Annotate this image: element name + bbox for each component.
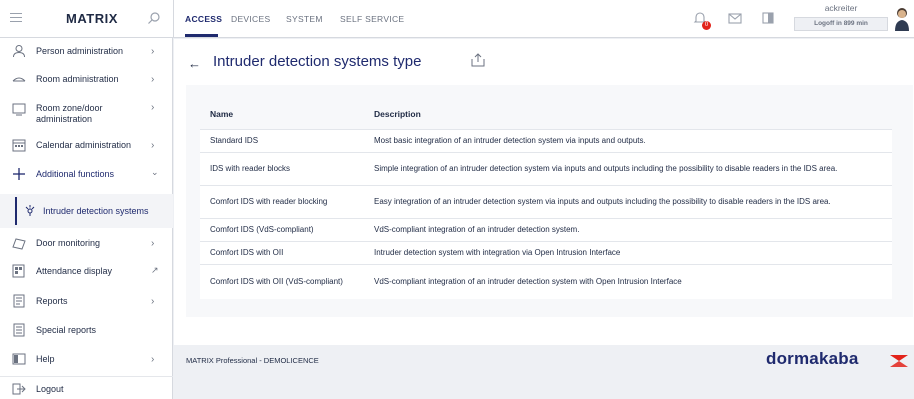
tab-access[interactable]: ACCESS: [185, 14, 222, 24]
logout-icon: [12, 383, 26, 395]
person-icon: [13, 45, 25, 58]
table-row[interactable]: IDS with reader blocks Simple integratio…: [200, 151, 892, 185]
sidebar-item-logout[interactable]: Logout: [0, 382, 173, 399]
sidebar-item-label: Additional functions: [36, 169, 115, 179]
report-icon: [13, 294, 25, 308]
cell-name: Comfort IDS with OII (VdS-compliant): [200, 263, 364, 299]
cell-description: Simple integration of an intruder detect…: [364, 151, 892, 185]
search-icon[interactable]: [147, 11, 161, 25]
sidebar-divider: [0, 376, 173, 377]
calendar-icon: [12, 139, 26, 152]
sidebar-item-reports[interactable]: Reports ›: [0, 294, 173, 316]
room-zone-icon: [12, 103, 26, 116]
cell-name: Comfort IDS with reader blocking: [200, 184, 364, 218]
tab-devices[interactable]: DEVICES: [231, 14, 270, 24]
cell-name: IDS with reader blocks: [200, 151, 364, 185]
sidebar-item-room-administration[interactable]: Room administration ›: [0, 72, 173, 94]
cell-name: Comfort IDS (VdS-compliant): [200, 217, 364, 241]
table-row[interactable]: Comfort IDS with OII Intruder detection …: [200, 240, 892, 264]
page-title: Intruder detection systems type: [213, 53, 422, 70]
attendance-icon: [12, 264, 25, 278]
sidebar-item-door-monitoring[interactable]: Door monitoring ›: [0, 236, 173, 258]
sidebar-item-label: Special reports: [36, 325, 97, 335]
chevron-right-icon: ›: [151, 354, 155, 365]
tab-self-service[interactable]: SELF SERVICE: [340, 14, 404, 24]
export-icon[interactable]: [471, 52, 485, 68]
sidebar-item-additional-functions[interactable]: Additional functions ⌄: [0, 167, 173, 189]
dormakaba-logo: dormakaba: [766, 349, 859, 368]
intruder-types-table: Name Description Standard IDS Most basic…: [200, 99, 892, 299]
special-report-icon: [13, 323, 25, 337]
column-header-name[interactable]: Name: [200, 99, 364, 129]
cell-name: Comfort IDS with OII: [200, 240, 364, 264]
cell-description: Most basic integration of an intruder de…: [364, 128, 892, 152]
sidebar-item-help[interactable]: Help ›: [0, 352, 173, 374]
table-row[interactable]: Comfort IDS with reader blocking Easy in…: [200, 184, 892, 218]
main-content: ← Intruder detection systems type Name D…: [174, 39, 914, 345]
sidebar-item-person-administration[interactable]: Person administration ›: [0, 44, 173, 66]
help-icon: [12, 353, 26, 365]
table-header-row: Name Description: [200, 99, 892, 129]
sidebar-item-attendance-display[interactable]: Attendance display ↗: [0, 264, 173, 286]
room-icon: [12, 77, 26, 82]
sidebar-item-label: Room zone/door administration: [36, 103, 103, 124]
sidebar-item-label: Logout: [36, 384, 64, 394]
chevron-right-icon: ›: [151, 296, 155, 307]
sidebar-item-label: Attendance display: [36, 266, 113, 276]
plus-icon: [13, 168, 25, 180]
avatar-icon[interactable]: [893, 4, 911, 32]
dormakaba-logo-mark-icon: [890, 355, 908, 367]
mail-icon[interactable]: [727, 10, 743, 26]
panel-icon[interactable]: [760, 10, 776, 26]
external-link-icon: ↗: [151, 265, 159, 275]
sidebar-item-special-reports[interactable]: Special reports: [0, 323, 173, 345]
sidebar-item-label: Door monitoring: [36, 238, 101, 248]
app-brand: MATRIX: [66, 11, 118, 26]
sidebar-item-calendar-administration[interactable]: Calendar administration ›: [0, 138, 173, 160]
chevron-right-icon: ›: [151, 140, 155, 151]
chevron-right-icon: ›: [151, 74, 155, 85]
door-icon: [12, 238, 26, 250]
sidebar-item-label: Intruder detection systems: [43, 206, 149, 216]
sidebar-item-label: Reports: [36, 296, 68, 306]
cell-name: Standard IDS: [200, 128, 364, 152]
intruder-icon: [25, 205, 35, 216]
top-bar: MATRIX ACCESS DEVICES SYSTEM SELF SERVIC…: [0, 0, 914, 38]
sidebar-subitem-intruder-detection-systems[interactable]: Intruder detection systems: [0, 194, 173, 228]
cell-description: VdS-compliant integration of an intruder…: [364, 217, 892, 241]
cell-description: Easy integration of an intruder detectio…: [364, 184, 892, 218]
user-name[interactable]: ackreiter: [794, 3, 888, 13]
chevron-right-icon: ›: [151, 46, 155, 57]
sidebar-item-label: Help: [36, 354, 55, 364]
sidebar-item-label: Calendar administration: [36, 140, 132, 150]
hamburger-menu-icon[interactable]: [10, 13, 22, 23]
active-tab-indicator: [185, 34, 218, 37]
column-header-description[interactable]: Description: [364, 99, 892, 129]
sidebar-item-label: Room administration: [36, 74, 119, 84]
chevron-right-icon: ›: [151, 238, 155, 249]
tab-system[interactable]: SYSTEM: [286, 14, 323, 24]
table-container: Name Description Standard IDS Most basic…: [186, 85, 913, 317]
table-row[interactable]: Standard IDS Most basic integration of a…: [200, 128, 892, 152]
chevron-down-icon: ⌄: [151, 167, 159, 177]
cell-description: Intruder detection system with integrati…: [364, 240, 892, 264]
notification-badge: 0: [702, 21, 711, 30]
license-text: MATRIX Professional - DEMOLICENCE: [186, 356, 319, 365]
active-item-indicator: [15, 197, 17, 225]
footer: MATRIX Professional - DEMOLICENCE dormak…: [174, 345, 914, 399]
sidebar: Person administration › Room administrat…: [0, 38, 173, 399]
table-row[interactable]: Comfort IDS (VdS-compliant) VdS-complian…: [200, 217, 892, 241]
top-divider: [173, 0, 174, 38]
cell-description: VdS-compliant integration of an intruder…: [364, 263, 892, 299]
table-row[interactable]: Comfort IDS with OII (VdS-compliant) VdS…: [200, 263, 892, 299]
logoff-timer-button[interactable]: Logoff in 899 min: [794, 17, 888, 31]
chevron-right-icon: ›: [151, 102, 155, 113]
sidebar-item-room-zone-door-administration[interactable]: Room zone/door administration ›: [0, 100, 173, 132]
back-arrow-icon[interactable]: ←: [188, 56, 201, 71]
sidebar-item-label: Person administration: [36, 46, 124, 56]
